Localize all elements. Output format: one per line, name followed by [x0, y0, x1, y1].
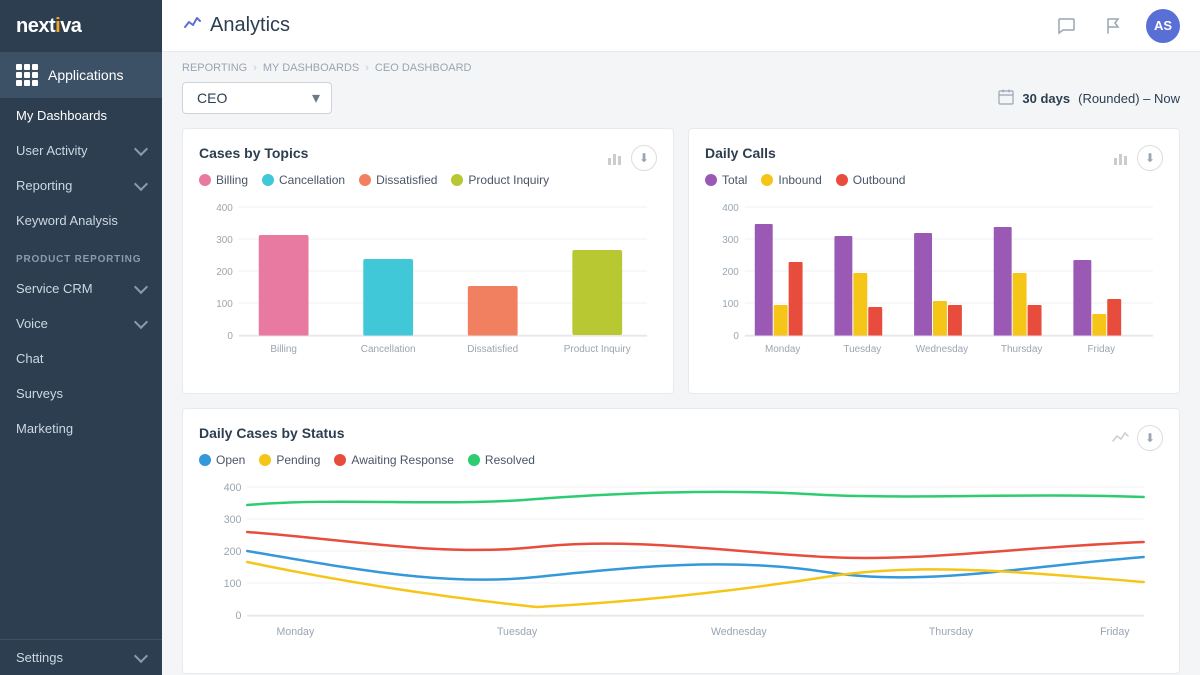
sidebar-item-voice[interactable]: Voice: [0, 306, 162, 341]
cases-by-topics-title: Cases by Topics: [199, 145, 308, 161]
svg-text:Friday: Friday: [1087, 344, 1115, 355]
svg-text:100: 100: [722, 299, 739, 310]
svg-text:Friday: Friday: [1100, 626, 1130, 638]
svg-text:Dissatisfied: Dissatisfied: [467, 344, 518, 355]
chevron-down-icon: [134, 177, 148, 191]
calls-legend: Total Inbound Outbound: [705, 173, 1163, 187]
logo-text: nextiva: [16, 15, 81, 38]
svg-text:Thursday: Thursday: [929, 626, 974, 638]
svg-text:200: 200: [722, 267, 739, 278]
breadcrumb: REPORTING › MY DASHBOARDS › CEO DASHBOAR…: [182, 52, 1180, 82]
topbar: Analytics AS: [162, 0, 1200, 52]
sidebar-item-settings[interactable]: Settings: [0, 640, 162, 675]
analytics-icon: [182, 13, 202, 38]
sidebar: nextiva Applications My Dashboards User …: [0, 0, 162, 675]
bar-chart-icon2: [1113, 150, 1129, 166]
sidebar-item-marketing[interactable]: Marketing: [0, 411, 162, 446]
cases-legend: Billing Cancellation Dissatisfied Produc…: [199, 173, 657, 187]
cases-bar-chart: 400 300 200 100 0: [199, 197, 657, 377]
daily-calls-title: Daily Calls: [705, 145, 776, 161]
svg-text:0: 0: [733, 331, 739, 342]
svg-text:Tuesday: Tuesday: [843, 344, 881, 355]
chat-icon-btn[interactable]: [1050, 10, 1082, 42]
product-reporting-section: PRODUCT REPORTING: [0, 238, 162, 271]
svg-text:Cancellation: Cancellation: [361, 344, 416, 355]
daily-cases-title: Daily Cases by Status: [199, 425, 345, 441]
sidebar-item-my-dashboards[interactable]: My Dashboards: [0, 98, 162, 133]
daily-cases-card: Daily Cases by Status ⬇ Open Pending Awa…: [182, 408, 1180, 674]
svg-text:100: 100: [216, 299, 233, 310]
topbar-actions: AS: [1050, 9, 1180, 43]
sidebar-item-chat[interactable]: Chat: [0, 341, 162, 376]
svg-text:Monday: Monday: [765, 344, 800, 355]
download-button-2[interactable]: ⬇: [1137, 145, 1163, 171]
svg-text:200: 200: [224, 546, 242, 558]
applications-label: Applications: [48, 67, 124, 83]
svg-text:400: 400: [224, 482, 242, 494]
content-area: REPORTING › MY DASHBOARDS › CEO DASHBOAR…: [162, 52, 1200, 675]
svg-text:300: 300: [216, 235, 233, 246]
bar-chart-icon: [607, 150, 623, 166]
line-chart-icon: [1111, 429, 1129, 447]
daily-cases-legend: Open Pending Awaiting Response Resolved: [199, 453, 1163, 467]
chevron-down-icon: [134, 142, 148, 156]
sidebar-item-reporting[interactable]: Reporting: [0, 168, 162, 203]
sidebar-item-service-crm[interactable]: Service CRM: [0, 271, 162, 306]
flag-icon-btn[interactable]: [1098, 10, 1130, 42]
sidebar-logo: nextiva: [0, 0, 162, 52]
download-button-3[interactable]: ⬇: [1137, 425, 1163, 451]
calendar-icon: [998, 89, 1014, 108]
applications-menu[interactable]: Applications: [0, 52, 162, 98]
dashboard-select-wrapper: CEO ▾: [182, 82, 332, 114]
daily-calls-card: Daily Calls ⬇ Total Inbound Outbound: [688, 128, 1180, 394]
svg-text:200: 200: [216, 267, 233, 278]
svg-text:Monday: Monday: [277, 626, 315, 638]
svg-text:400: 400: [722, 203, 739, 214]
user-avatar[interactable]: AS: [1146, 9, 1180, 43]
sidebar-item-surveys[interactable]: Surveys: [0, 376, 162, 411]
chevron-down-icon: [134, 280, 148, 294]
daily-calls-chart: 400 300 200 100 0: [705, 197, 1163, 377]
svg-text:100: 100: [224, 578, 242, 590]
daily-cases-chart: 400 300 200 100 0 Monday: [199, 477, 1163, 657]
svg-text:Wednesday: Wednesday: [916, 344, 968, 355]
dashboard-header: CEO ▾ 30 days (Rounded) – Now: [182, 82, 1180, 114]
charts-top-row: Cases by Topics ⬇ Billing Cancellation D…: [182, 128, 1180, 394]
svg-text:Thursday: Thursday: [1001, 344, 1042, 355]
download-button[interactable]: ⬇: [631, 145, 657, 171]
svg-text:Product Inquiry: Product Inquiry: [564, 344, 631, 355]
sidebar-item-keyword-analysis[interactable]: Keyword Analysis: [0, 203, 162, 238]
chevron-down-icon: [134, 315, 148, 329]
dashboard-select[interactable]: CEO: [182, 82, 332, 114]
svg-text:300: 300: [722, 235, 739, 246]
svg-text:Wednesday: Wednesday: [711, 626, 767, 638]
grid-icon: [16, 64, 38, 86]
sidebar-item-user-activity[interactable]: User Activity: [0, 133, 162, 168]
chevron-down-icon: [134, 649, 148, 663]
sidebar-bottom: Settings: [0, 639, 162, 675]
cases-by-topics-card: Cases by Topics ⬇ Billing Cancellation D…: [182, 128, 674, 394]
svg-text:300: 300: [224, 514, 242, 526]
svg-text:Tuesday: Tuesday: [497, 626, 538, 638]
date-filter: 30 days (Rounded) – Now: [998, 89, 1180, 108]
svg-text:0: 0: [227, 331, 233, 342]
main-content: Analytics AS REPORTING › MY DASHBOARDS ›…: [162, 0, 1200, 675]
svg-text:Billing: Billing: [270, 344, 297, 355]
page-title: Analytics: [182, 13, 290, 38]
svg-text:400: 400: [216, 203, 233, 214]
svg-text:0: 0: [236, 610, 242, 622]
